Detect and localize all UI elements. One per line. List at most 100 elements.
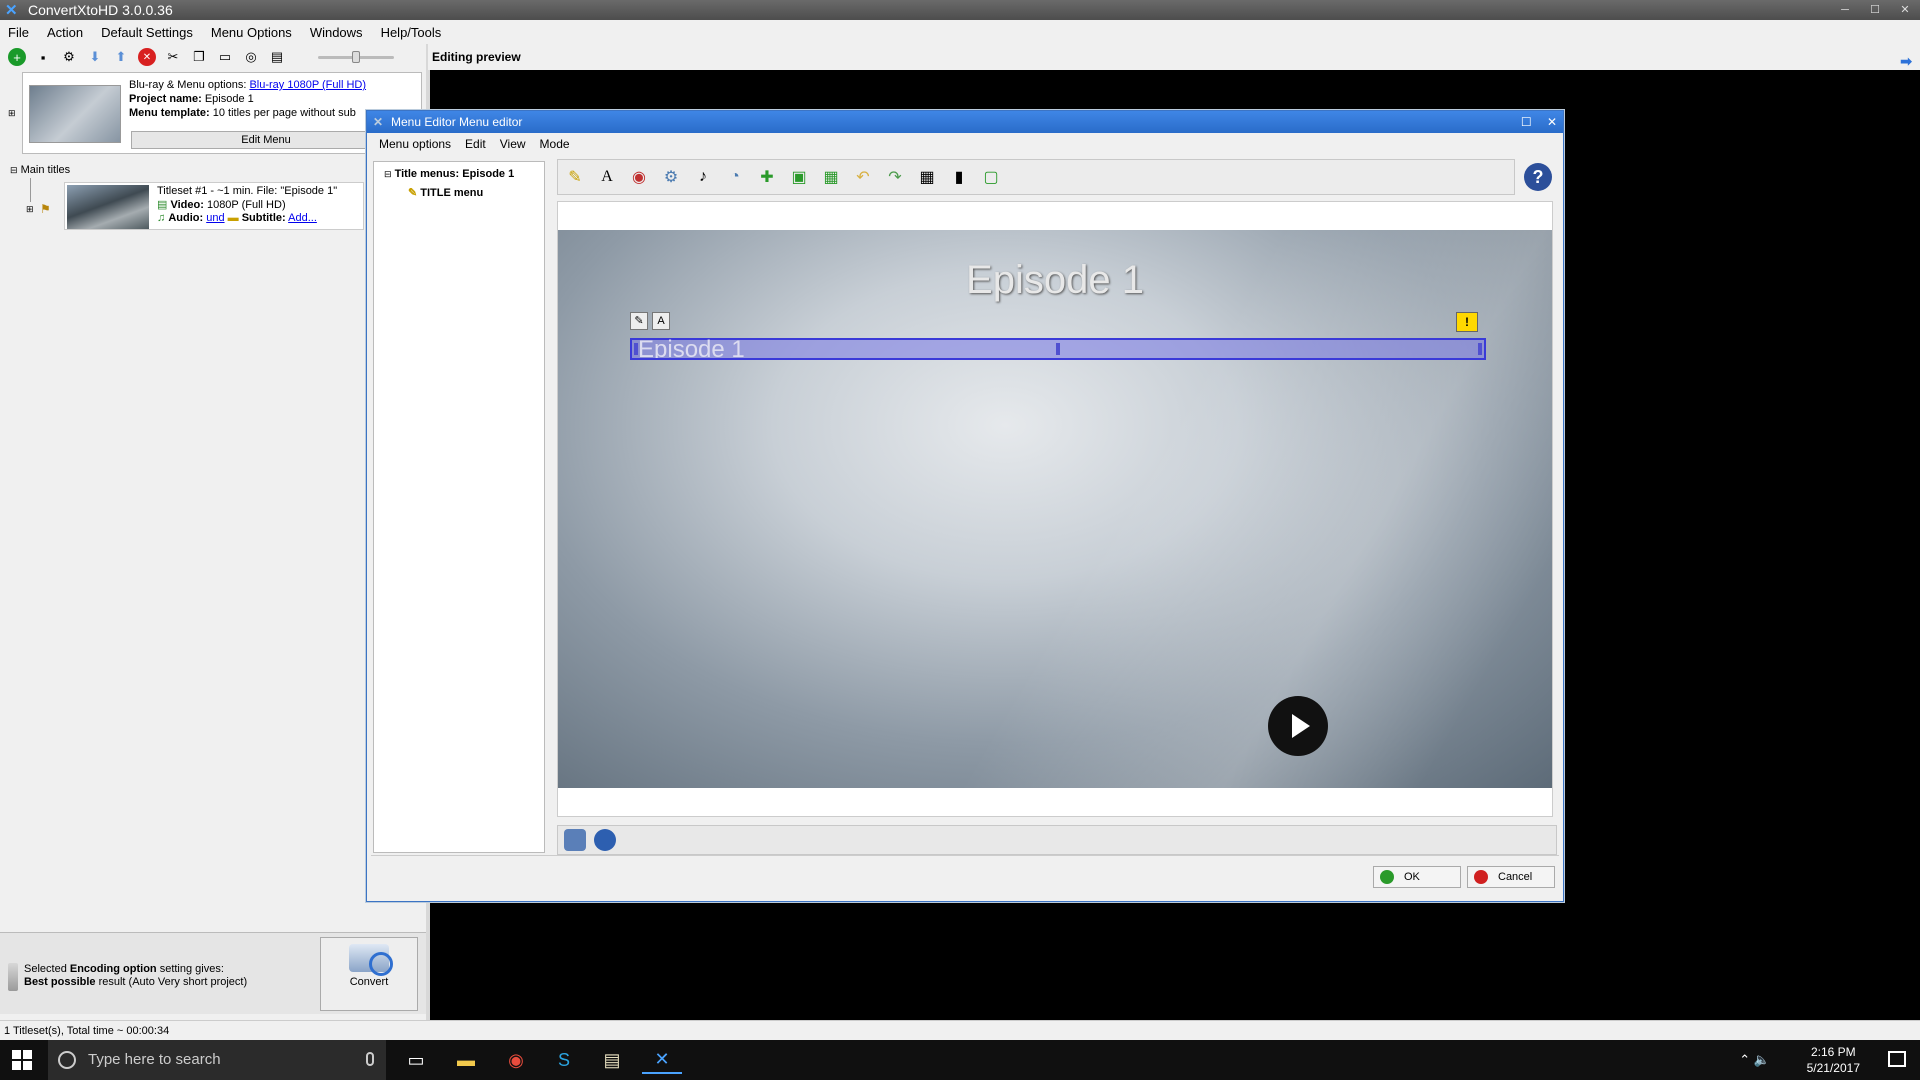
tree-root-item[interactable]: ⊟ Title menus: Episode 1 [384, 168, 514, 180]
notifications-icon[interactable] [1888, 1051, 1906, 1067]
audio-link[interactable]: und [206, 212, 224, 224]
collapse-icon[interactable]: ⊟ [10, 165, 18, 175]
editing-preview-header: Editing preview ➡ [428, 44, 1920, 70]
titleset-item[interactable]: Titleset #1 - ~1 min. File: "Episode 1" … [64, 182, 364, 230]
disc-icon[interactable]: ◎ [242, 48, 260, 66]
timer-icon[interactable]: ◔ [724, 166, 746, 188]
maximize-button[interactable]: ☐ [1860, 0, 1890, 20]
cancel-icon [1474, 870, 1488, 884]
undo-icon[interactable]: ↶ [852, 166, 874, 188]
window-title: ConvertXtoHD 3.0.0.36 [28, 2, 173, 18]
edit-selection-icon[interactable]: ✎ [630, 312, 648, 330]
menu-action[interactable]: Action [47, 25, 83, 40]
menu-edit[interactable]: Edit [465, 137, 486, 151]
resize-handle-left[interactable] [634, 343, 638, 355]
convert-button[interactable]: Convert [320, 937, 418, 1011]
menu-file[interactable]: File [8, 25, 29, 40]
menu-canvas[interactable]: Episode 1 ✎ A ! Episode 1 [558, 230, 1552, 788]
menu-help-tools[interactable]: Help/Tools [381, 25, 442, 40]
play-icon[interactable] [594, 829, 616, 851]
video-value: 1080P (Full HD) [206, 199, 286, 211]
titleset-header: Titleset #1 - ~1 min. File: "Episode 1" [157, 185, 338, 197]
add-image-icon[interactable]: ▣ [788, 166, 810, 188]
settings-icon[interactable]: ⚙ [60, 48, 78, 66]
main-titles-node[interactable]: ⊟ Main titles [10, 164, 70, 176]
encoding-result-a: Best possible [24, 976, 96, 988]
add-video-icon[interactable]: ▦ [820, 166, 842, 188]
microphone-icon[interactable] [366, 1052, 374, 1066]
warning-icon[interactable]: ! [1456, 312, 1478, 332]
minimize-button[interactable]: ─ [1830, 0, 1860, 20]
taskbar-clock[interactable]: 2:16 PM 5/21/2017 [1807, 1044, 1860, 1076]
dialog-maximize-button[interactable]: ☐ [1521, 115, 1532, 129]
menu-menu-options-dialog[interactable]: Menu options [379, 137, 451, 151]
collapse-icon[interactable]: ⊟ [384, 169, 392, 179]
skype-icon[interactable]: S [544, 1046, 584, 1074]
options-link[interactable]: Blu-ray 1080P (Full HD) [249, 79, 366, 91]
safe-area-icon[interactable]: ▢ [980, 166, 1002, 188]
menu-default-settings[interactable]: Default Settings [101, 25, 193, 40]
cancel-button[interactable]: Cancel [1467, 866, 1555, 888]
task-view-icon[interactable]: ▭ [396, 1046, 436, 1074]
menu-canvas-frame: Episode 1 ✎ A ! Episode 1 [557, 201, 1553, 817]
dialog-close-button[interactable]: ✕ [1547, 115, 1557, 129]
convert-icon [349, 944, 393, 976]
notepad-icon[interactable]: ▤ [592, 1046, 632, 1074]
menu-menu-options[interactable]: Menu Options [211, 25, 292, 40]
close-button[interactable]: ✕ [1890, 0, 1920, 20]
tree-child-item[interactable]: ✎ TITLE menu [408, 186, 483, 199]
encoding-info: Selected Encoding option setting gives: … [24, 963, 247, 989]
add-icon[interactable]: + [8, 48, 26, 66]
background-settings-icon[interactable]: ⚙ [660, 166, 682, 188]
selected-text-box[interactable]: Episode 1 [630, 338, 1486, 360]
expand-project-icon[interactable]: ⊞ [8, 108, 16, 119]
align-icon[interactable]: ▮ [948, 166, 970, 188]
help-icon[interactable]: ? [1524, 163, 1552, 191]
menu-windows[interactable]: Windows [310, 25, 363, 40]
checkmark-icon [1380, 870, 1394, 884]
chrome-icon[interactable]: ◉ [496, 1046, 536, 1074]
pencil-icon[interactable]: ✎ [564, 166, 586, 188]
add-button-icon[interactable]: ✚ [756, 166, 778, 188]
convertxtohd-taskbar-icon[interactable]: ✕ [642, 1046, 682, 1074]
project-options-line: Blu-ray & Menu options: Blu-ray 1080P (F… [129, 79, 366, 91]
play-button-icon[interactable] [1268, 696, 1328, 756]
ok-button[interactable]: OK [1373, 866, 1461, 888]
clock-time: 2:16 PM [1810, 1045, 1856, 1059]
chevron-up-icon[interactable]: ⌃ [1739, 1052, 1750, 1067]
text-icon[interactable]: A [596, 166, 618, 188]
menu-title-text[interactable]: Episode 1 [558, 258, 1552, 303]
titleset-icon: ⚑ [40, 202, 51, 216]
grid-icon[interactable]: ▦ [916, 166, 938, 188]
stop-icon[interactable] [564, 829, 586, 851]
redo-icon[interactable]: ↷ [884, 166, 906, 188]
search-placeholder: Type here to search [88, 1051, 221, 1068]
move-up-icon[interactable]: ⬆ [112, 48, 130, 66]
resize-handle-right[interactable] [1478, 343, 1482, 355]
zoom-slider-thumb[interactable] [352, 51, 360, 63]
menu-view[interactable]: View [500, 137, 526, 151]
editing-preview-title: Editing preview [432, 50, 521, 64]
copy-icon[interactable]: ❐ [190, 48, 208, 66]
text-format-icon[interactable]: A [652, 312, 670, 330]
edit-menu-button[interactable]: Edit Menu [131, 131, 401, 149]
remove-icon[interactable]: ✕ [138, 48, 156, 66]
eye-icon[interactable]: ◉ [628, 166, 650, 188]
monitor-icon[interactable]: ▭ [216, 48, 234, 66]
app-window: ✕ ConvertXtoHD 3.0.0.36 ─ ☐ ✕ File Actio… [0, 0, 1920, 1080]
menu-mode[interactable]: Mode [540, 137, 570, 151]
move-down-icon[interactable]: ⬇ [86, 48, 104, 66]
tools-icon[interactable]: ✂ [164, 48, 182, 66]
resize-handle-center[interactable] [1056, 343, 1060, 355]
menu-editor-toolbar: ✎ A ◉ ⚙ ♪ ◔ ✚ ▣ ▦ ↶ ↷ ▦ ▮ ▢ [557, 159, 1515, 195]
selected-text: Episode 1 [638, 338, 745, 358]
subtitle-add-link[interactable]: Add... [288, 212, 317, 224]
expand-titleset-icon[interactable]: ⊞ [26, 204, 34, 215]
audio-icon[interactable]: ♪ [692, 166, 714, 188]
volume-icon[interactable]: 🔈 [1754, 1052, 1770, 1067]
document-icon[interactable]: ▤ [268, 48, 286, 66]
taskbar-search[interactable]: Type here to search [48, 1040, 386, 1080]
save-icon[interactable]: ▪ [34, 48, 52, 66]
windows-start-icon[interactable] [12, 1050, 34, 1070]
file-explorer-icon[interactable]: ▬ [446, 1046, 486, 1074]
